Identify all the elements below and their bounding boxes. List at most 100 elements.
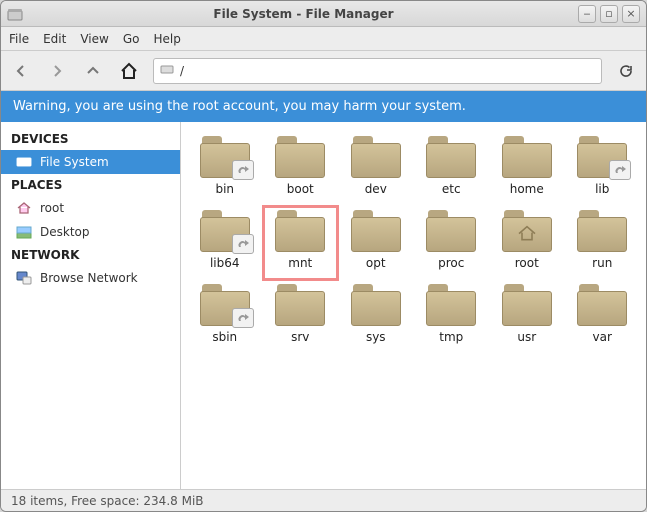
folder-label: opt: [366, 256, 386, 270]
folder-label: home: [510, 182, 544, 196]
sidebar-item-label: root: [40, 201, 64, 215]
folder-icon: [426, 284, 476, 326]
sidebar: DEVICES File System PLACES root Desktop …: [1, 122, 181, 489]
toolbar: /: [1, 51, 646, 91]
status-bar: 18 items, Free space: 234.8 MiB: [1, 489, 646, 511]
folder-label: usr: [517, 330, 536, 344]
folder-icon: [577, 210, 627, 252]
folder-icon: [351, 210, 401, 252]
maximize-button[interactable]: ▫: [600, 5, 618, 23]
path-value: /: [180, 64, 184, 78]
folder-label: var: [593, 330, 612, 344]
close-button[interactable]: ×: [622, 5, 640, 23]
minimize-button[interactable]: ‒: [578, 5, 596, 23]
sidebar-item-filesystem[interactable]: File System: [1, 150, 180, 174]
folder-icon: [351, 284, 401, 326]
sidebar-item-browse-network[interactable]: Browse Network: [1, 266, 180, 290]
sidebar-item-label: Browse Network: [40, 271, 138, 285]
folder-tmp[interactable]: tmp: [414, 280, 490, 354]
sidebar-item-desktop[interactable]: Desktop: [1, 220, 180, 244]
folder-label: boot: [287, 182, 314, 196]
drive-icon: [160, 62, 174, 79]
menu-help[interactable]: Help: [153, 32, 180, 46]
folder-opt[interactable]: opt: [338, 206, 414, 280]
home-icon: [15, 200, 33, 216]
folder-icon: [502, 210, 552, 252]
folder-label: run: [592, 256, 612, 270]
sidebar-section-places: PLACES: [1, 174, 180, 196]
forward-button[interactable]: [45, 59, 69, 83]
folder-srv[interactable]: srv: [263, 280, 339, 354]
up-button[interactable]: [81, 59, 105, 83]
folder-dev[interactable]: dev: [338, 132, 414, 206]
folder-icon: [275, 136, 325, 178]
folder-label: bin: [215, 182, 234, 196]
sidebar-item-root[interactable]: root: [1, 196, 180, 220]
folder-label: sbin: [212, 330, 237, 344]
folder-icon: [275, 284, 325, 326]
back-button[interactable]: [9, 59, 33, 83]
folder-icon: [200, 136, 250, 178]
folder-run[interactable]: run: [565, 206, 641, 280]
menu-edit[interactable]: Edit: [43, 32, 66, 46]
menu-go[interactable]: Go: [123, 32, 140, 46]
folder-mnt[interactable]: mnt: [263, 206, 339, 280]
folder-label: etc: [442, 182, 461, 196]
folder-label: lib: [595, 182, 609, 196]
path-bar[interactable]: /: [153, 58, 602, 84]
drive-icon: [15, 154, 33, 170]
symlink-badge-icon: [232, 234, 254, 254]
content-area: bin boot dev etc home lib lib64 mnt opt proc root r…: [181, 122, 646, 489]
sidebar-item-label: Desktop: [40, 225, 90, 239]
sidebar-item-label: File System: [40, 155, 109, 169]
folder-home[interactable]: home: [489, 132, 565, 206]
refresh-button[interactable]: [614, 59, 638, 83]
menubar: File Edit View Go Help: [1, 27, 646, 51]
folder-var[interactable]: var: [565, 280, 641, 354]
folder-label: tmp: [439, 330, 463, 344]
folder-icon: [426, 210, 476, 252]
menu-view[interactable]: View: [80, 32, 108, 46]
symlink-badge-icon: [232, 308, 254, 328]
network-icon: [15, 270, 33, 286]
folder-label: mnt: [288, 256, 312, 270]
folder-icon: [275, 210, 325, 252]
folder-usr[interactable]: usr: [489, 280, 565, 354]
folder-proc[interactable]: proc: [414, 206, 490, 280]
folder-etc[interactable]: etc: [414, 132, 490, 206]
folder-icon: [351, 136, 401, 178]
app-icon: [7, 6, 23, 22]
folder-sbin[interactable]: sbin: [187, 280, 263, 354]
window-title: File System - File Manager: [29, 7, 578, 21]
sidebar-section-network: NETWORK: [1, 244, 180, 266]
folder-label: srv: [291, 330, 309, 344]
folder-label: dev: [365, 182, 387, 196]
status-text: 18 items, Free space: 234.8 MiB: [11, 494, 204, 508]
folder-label: sys: [366, 330, 386, 344]
folder-root[interactable]: root: [489, 206, 565, 280]
folder-icon: [502, 284, 552, 326]
folder-bin[interactable]: bin: [187, 132, 263, 206]
folder-icon: [577, 136, 627, 178]
folder-icon: [426, 136, 476, 178]
desktop-icon: [15, 224, 33, 240]
folder-icon: [502, 136, 552, 178]
folder-lib[interactable]: lib: [565, 132, 641, 206]
folder-boot[interactable]: boot: [263, 132, 339, 206]
titlebar: File System - File Manager ‒ ▫ ×: [1, 1, 646, 27]
home-overlay-icon: [516, 223, 538, 246]
warning-banner: Warning, you are using the root account,…: [1, 91, 646, 122]
folder-label: proc: [438, 256, 464, 270]
sidebar-section-devices: DEVICES: [1, 128, 180, 150]
folder-icon: [200, 284, 250, 326]
folder-icon: [577, 284, 627, 326]
home-button[interactable]: [117, 59, 141, 83]
folder-icon: [200, 210, 250, 252]
symlink-badge-icon: [232, 160, 254, 180]
menu-file[interactable]: File: [9, 32, 29, 46]
folder-sys[interactable]: sys: [338, 280, 414, 354]
folder-label: lib64: [210, 256, 240, 270]
folder-lib64[interactable]: lib64: [187, 206, 263, 280]
folder-label: root: [515, 256, 539, 270]
symlink-badge-icon: [609, 160, 631, 180]
